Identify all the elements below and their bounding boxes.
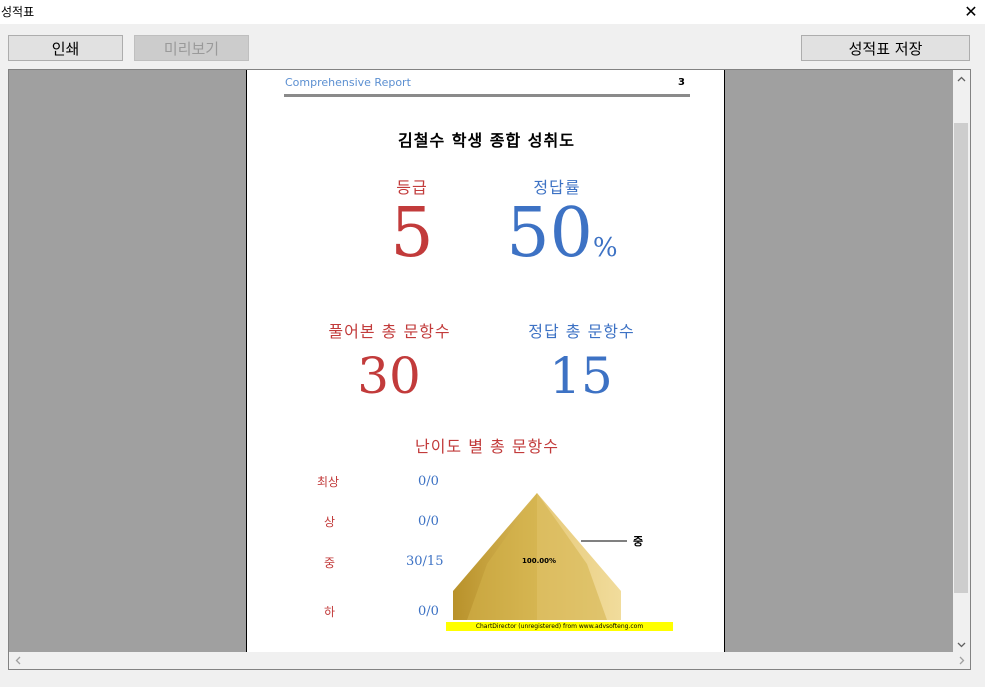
window-title: 성적표 xyxy=(1,5,35,19)
difficulty-label-low: 하 xyxy=(324,605,336,619)
preview-button[interactable]: 미리보기 xyxy=(134,35,249,61)
grade-value: 5 xyxy=(390,194,434,273)
header-divider xyxy=(284,94,690,97)
difficulty-value-top: 0/0 xyxy=(418,474,439,489)
vertical-scrollbar[interactable] xyxy=(953,70,970,653)
chevron-up-icon[interactable] xyxy=(953,70,970,87)
report-title: 김철수 학생 종합 성취도 xyxy=(398,131,575,150)
report-viewer[interactable]: Comprehensive Report 3 김철수 학생 종합 성취도 등급 … xyxy=(8,69,971,670)
horizontal-scrollbar[interactable] xyxy=(9,652,970,669)
difficulty-value-mid: 30/15 xyxy=(406,554,444,569)
save-report-button[interactable]: 성적표 저장 xyxy=(801,35,970,61)
print-button[interactable]: 인쇄 xyxy=(8,35,123,61)
vertical-scroll-thumb[interactable] xyxy=(954,123,968,593)
correct-label: 정답 총 문항수 xyxy=(528,322,635,341)
difficulty-value-low: 0/0 xyxy=(418,604,439,619)
difficulty-pyramid-chart xyxy=(453,493,627,620)
difficulty-label-mid: 중 xyxy=(324,556,336,570)
difficulty-value-high: 0/0 xyxy=(418,514,439,529)
solved-value: 30 xyxy=(357,347,421,405)
rate-value-group: 50% xyxy=(502,194,622,288)
difficulty-label-high: 상 xyxy=(324,515,336,529)
chart-watermark: ChartDirector (unregistered) from www.ad… xyxy=(446,622,673,631)
chevron-left-icon[interactable] xyxy=(9,652,26,669)
rate-value: 50 xyxy=(506,194,593,273)
rate-unit: % xyxy=(592,233,618,263)
report-header-title: Comprehensive Report xyxy=(285,76,411,89)
page-number: 3 xyxy=(678,77,685,88)
pyramid-segment-percent: 100.00% xyxy=(522,557,557,565)
close-icon[interactable]: ✕ xyxy=(961,1,981,21)
chevron-down-icon[interactable] xyxy=(953,636,970,653)
correct-value: 15 xyxy=(549,347,613,405)
report-page: Comprehensive Report 3 김철수 학생 종합 성취도 등급 … xyxy=(246,70,725,655)
difficulty-title: 난이도 별 총 문항수 xyxy=(414,437,560,456)
chevron-right-icon[interactable] xyxy=(953,652,970,669)
pyramid-segment-label: 중 xyxy=(633,535,644,548)
solved-label: 풀어본 총 문항수 xyxy=(328,322,451,341)
title-bar: 성적표 ✕ xyxy=(0,0,985,24)
difficulty-label-top: 최상 xyxy=(317,475,340,489)
